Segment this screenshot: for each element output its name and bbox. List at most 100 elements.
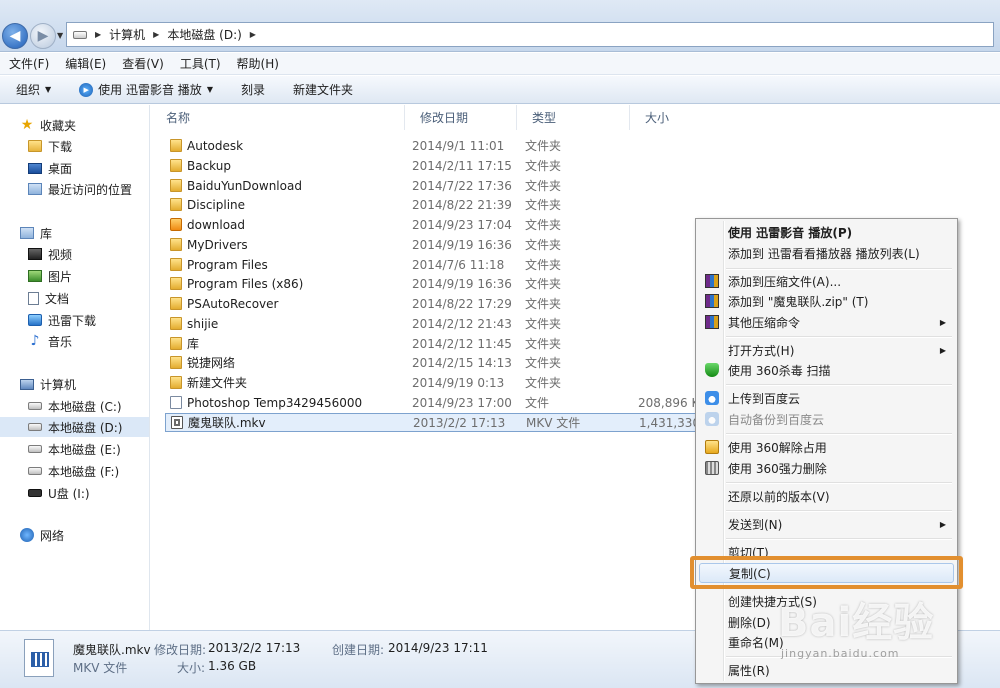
menu-item-add-playlist[interactable]: 添加到 迅雷看看播放器 播放列表(L): [699, 243, 954, 263]
menu-file[interactable]: 文件(F): [9, 55, 49, 72]
menu-item-scan-360[interactable]: 使用 360杀毒 扫描: [699, 360, 954, 380]
sidebar-item-videos[interactable]: 视频: [28, 244, 72, 264]
file-type: 文件夹: [525, 258, 562, 272]
recent-pages-dropdown[interactable]: ▼: [57, 31, 63, 40]
sidebar-item-label: U盘 (I:): [48, 486, 90, 501]
chevron-right-icon[interactable]: ▶: [250, 30, 256, 39]
menu-item-open-with[interactable]: 打开方式(H) ▶: [699, 340, 954, 360]
sidebar-network[interactable]: 网络: [20, 525, 64, 545]
hard-drive-icon: [28, 402, 42, 410]
menu-view[interactable]: 查看(V): [122, 55, 164, 72]
menu-item-upload-baidu[interactable]: 上传到百度云: [699, 388, 954, 408]
sidebar-item-pictures[interactable]: 图片: [28, 266, 72, 286]
menu-item-rename[interactable]: 重命名(M): [699, 632, 954, 652]
menu-item-play[interactable]: 使用 迅雷影音 播放(P): [699, 222, 954, 242]
sidebar-item-label: 本地磁盘 (E:): [48, 442, 121, 457]
menu-item-label: 使用 360解除占用: [728, 440, 827, 455]
menu-item-restore[interactable]: 还原以前的版本(V): [699, 486, 954, 506]
column-header-name[interactable]: 名称: [151, 105, 405, 130]
shredder-icon: [705, 461, 719, 475]
sidebar-favorites-label: 收藏夹: [40, 118, 77, 133]
sidebar-item-drive-d[interactable]: 本地磁盘 (D:): [0, 417, 149, 437]
sidebar-item-downloads[interactable]: 下载: [28, 136, 72, 156]
menu-item-force-delete[interactable]: 使用 360强力删除: [699, 458, 954, 478]
table-row[interactable]: download 2014/9/23 17:04 文件夹: [165, 215, 710, 234]
table-row[interactable]: Discipline 2014/8/22 21:39 文件夹: [165, 195, 710, 214]
menu-item-other-compress[interactable]: 其他压缩命令 ▶: [699, 312, 954, 332]
document-icon: [28, 291, 39, 305]
chevron-right-icon[interactable]: ▶: [153, 30, 159, 39]
organize-button[interactable]: 组织 ▼: [16, 81, 51, 98]
chevron-right-icon[interactable]: ▶: [95, 30, 101, 39]
menu-help[interactable]: 帮助(H): [237, 55, 279, 72]
sidebar-item-recent[interactable]: 最近访问的位置: [28, 179, 132, 199]
column-header-type[interactable]: 类型: [517, 105, 630, 130]
menu-item-add-archive[interactable]: 添加到压缩文件(A)...: [699, 271, 954, 291]
menu-item-label: 使用 360杀毒 扫描: [728, 363, 831, 378]
breadcrumb-drive-d[interactable]: 本地磁盘 (D:): [167, 26, 241, 43]
play-with-label: 使用 迅雷影音 播放: [98, 83, 202, 97]
breadcrumb-computer[interactable]: 计算机: [109, 26, 145, 43]
highlight-annotation: [690, 556, 963, 589]
table-row[interactable]: BaiduYunDownload 2014/7/22 17:36 文件夹: [165, 176, 710, 195]
cloud-icon: [705, 391, 719, 405]
menu-separator: [726, 433, 952, 435]
sidebar-item-drive-c[interactable]: 本地磁盘 (C:): [28, 396, 122, 416]
sidebar-item-desktop[interactable]: 桌面: [28, 158, 72, 178]
file-type: 文件夹: [525, 317, 562, 331]
table-row[interactable]: 库 2014/2/12 11:45 文件夹: [165, 334, 710, 353]
column-header-date[interactable]: 修改日期: [405, 105, 517, 130]
table-row[interactable]: 新建文件夹 2014/9/19 0:13 文件夹: [165, 373, 710, 392]
column-header-size[interactable]: 大小: [630, 105, 710, 130]
organize-label: 组织: [16, 83, 41, 97]
burn-button[interactable]: 刻录: [241, 81, 265, 98]
sidebar-item-usb-i[interactable]: U盘 (I:): [28, 483, 90, 503]
sidebar-favorites[interactable]: ★ 收藏夹: [20, 115, 76, 135]
menu-item-unlock-360[interactable]: 使用 360解除占用: [699, 437, 954, 457]
address-bar[interactable]: ▶ 计算机 ▶ 本地磁盘 (D:) ▶: [66, 22, 994, 47]
file-name: 新建文件夹: [187, 376, 248, 390]
menu-item-send-to[interactable]: 发送到(N) ▶: [699, 514, 954, 534]
cloud-icon: [705, 412, 719, 426]
shield-icon: [705, 363, 719, 377]
table-row[interactable]: Program Files 2014/7/6 11:18 文件夹: [165, 255, 710, 274]
menu-tools[interactable]: 工具(T): [180, 55, 221, 72]
forward-button[interactable]: ▶: [30, 23, 56, 49]
sidebar-item-music[interactable]: ♪ 音乐: [28, 331, 72, 351]
menu-item-add-zip[interactable]: 添加到 "魔鬼联队.zip" (T): [699, 291, 954, 311]
file-date: 2014/9/23 17:00: [412, 395, 512, 410]
menu-item-auto-backup[interactable]: 自动备份到百度云: [699, 409, 954, 429]
sidebar-item-documents[interactable]: 文档: [28, 288, 69, 308]
table-row[interactable]: Photoshop Temp3429456000 2014/9/23 17:00…: [165, 393, 710, 412]
menu-separator: [726, 538, 952, 540]
new-folder-button[interactable]: 新建文件夹: [293, 81, 353, 98]
table-row[interactable]: Backup 2014/2/11 17:15 文件夹: [165, 156, 710, 175]
folder-icon: [170, 258, 182, 271]
menu-item-properties[interactable]: 属性(R): [699, 660, 954, 680]
menu-item-delete[interactable]: 删除(D): [699, 612, 954, 632]
menu-separator: [726, 656, 952, 658]
sidebar-libraries[interactable]: 库: [20, 223, 52, 243]
folder-icon: [170, 139, 182, 152]
table-row[interactable]: Program Files (x86) 2014/9/19 16:36 文件夹: [165, 274, 710, 293]
sidebar-item-thunder-downloads[interactable]: 迅雷下载: [28, 310, 96, 330]
download-icon: [28, 314, 42, 326]
desktop-icon: [28, 162, 42, 174]
table-row[interactable]: Autodesk 2014/9/1 11:01 文件夹: [165, 136, 710, 155]
sidebar-item-drive-f[interactable]: 本地磁盘 (F:): [28, 461, 119, 481]
sidebar-item-drive-e[interactable]: 本地磁盘 (E:): [28, 439, 121, 459]
table-row[interactable]: MyDrivers 2014/9/19 16:36 文件夹: [165, 235, 710, 254]
table-row-selected[interactable]: 魔鬼联队.mkv 2013/2/2 17:13 MKV 文件 1,431,330…: [165, 413, 712, 432]
back-button[interactable]: ◀: [2, 23, 28, 49]
menu-item-create-shortcut[interactable]: 创建快捷方式(S): [699, 591, 954, 611]
table-row[interactable]: 锐捷网络 2014/2/15 14:13 文件夹: [165, 353, 710, 372]
play-with-button[interactable]: ▶ 使用 迅雷影音 播放 ▼: [79, 81, 213, 98]
table-row[interactable]: PSAutoRecover 2014/8/22 17:29 文件夹: [165, 294, 710, 313]
table-row[interactable]: shijie 2014/2/12 21:43 文件夹: [165, 314, 710, 333]
menu-edit[interactable]: 编辑(E): [65, 55, 106, 72]
file-name: Discipline: [187, 197, 246, 212]
video-file-icon: [171, 416, 183, 429]
menu-separator: [726, 336, 952, 338]
drive-icon: [73, 30, 87, 39]
sidebar-computer[interactable]: 计算机: [20, 374, 76, 394]
